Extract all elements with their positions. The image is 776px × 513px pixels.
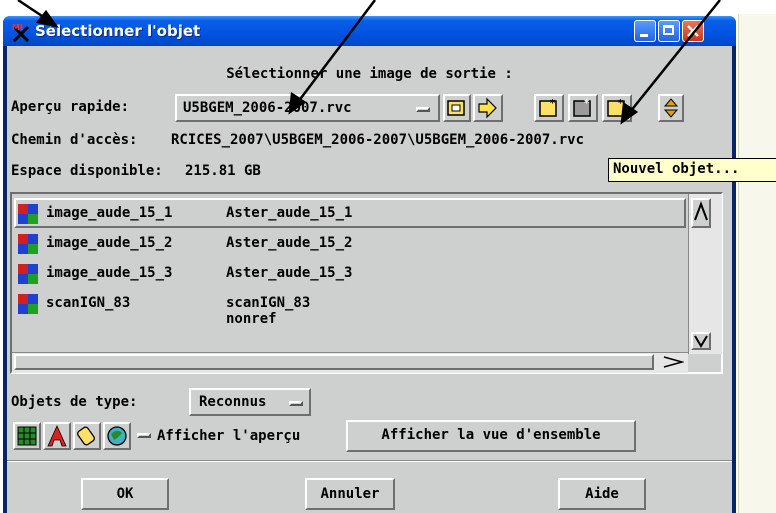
maximize-icon: [663, 25, 674, 35]
filter-dropdown[interactable]: Reconnus: [189, 388, 311, 416]
path-value: RCICES_2007\U5BGEM_2006-2007\U5BGEM_2006…: [171, 132, 585, 148]
dropdown-indicator-icon: [289, 401, 303, 406]
raster-object-icon: [18, 204, 38, 224]
text-tool-icon: [47, 425, 67, 447]
help-button[interactable]: Aide: [558, 478, 646, 510]
preview-checkbox-label[interactable]: Afficher l'aperçu: [157, 428, 300, 444]
svg-text:*: *: [618, 98, 624, 109]
object-name: image_aude_15_2: [46, 235, 173, 251]
object-description: Aster_aude_15_3: [226, 265, 353, 281]
dropdown-indicator-icon: [416, 107, 430, 112]
ok-button-label: OK: [116, 486, 134, 502]
quick-view-value: U5BGEM_2006-2007.rvc: [183, 100, 352, 116]
navigate-arrow-button[interactable]: [473, 94, 503, 122]
text-tool-button[interactable]: [43, 422, 71, 450]
globe-tool-icon: [107, 426, 127, 446]
scroll-down-button[interactable]: [691, 332, 711, 350]
object-list[interactable]: image_aude_15_1 Aster_aude_15_1 image_aude…: [10, 192, 723, 374]
raster-object-icon: [18, 234, 38, 254]
link-tool-button[interactable]: [73, 422, 101, 450]
svg-text:*: *: [584, 98, 590, 109]
title-bar[interactable]: MI Sélectionner l'objet: [3, 16, 736, 46]
dialog-client-area: Sélectionner une image de sortie : Aperç…: [7, 46, 732, 513]
scroll-up-icon: [694, 201, 708, 221]
grid-tool-button[interactable]: [13, 422, 41, 450]
globe-tool-button[interactable]: [103, 422, 131, 450]
close-icon: [687, 25, 699, 37]
scroll-right-icon[interactable]: [662, 355, 684, 369]
svg-text:*: *: [550, 98, 556, 109]
horizontal-scroll-thumb[interactable]: [14, 354, 654, 370]
horizontal-scrollbar[interactable]: [12, 352, 688, 373]
object-name: scanIGN_83: [46, 295, 131, 311]
folder-up-button[interactable]: [443, 94, 471, 122]
cancel-button-label: Annuler: [320, 486, 380, 502]
space-value: 215.81 GB: [185, 163, 261, 179]
overview-button[interactable]: Afficher la vue d'ensemble: [346, 420, 636, 452]
quick-view-label: Aperçu rapide:: [11, 99, 130, 115]
filter-label: Objets de type:: [11, 394, 138, 410]
scroll-down-icon: [694, 335, 708, 348]
new-file-icon: *: [539, 98, 557, 117]
dialog-window: MI Sélectionner l'objet Sélectionner une…: [3, 16, 736, 513]
dialog-prompt: Sélectionner une image de sortie :: [226, 66, 513, 82]
minimize-icon: [640, 34, 648, 37]
link-tool-icon: [77, 426, 95, 446]
space-label: Espace disponible:: [11, 163, 163, 179]
folder-up-icon: [447, 100, 465, 116]
object-description: scanIGN_83 nonref: [226, 295, 311, 327]
maximize-button[interactable]: [658, 20, 680, 42]
raster-object-icon: [18, 294, 38, 314]
window-title: Sélectionner l'objet: [35, 22, 201, 40]
object-name: image_aude_15_3: [46, 265, 173, 281]
ok-button[interactable]: OK: [81, 478, 169, 510]
object-description: Aster_aude_15_1: [226, 205, 353, 221]
tooltip-text: Nouvel objet...: [613, 161, 740, 177]
object-description: Aster_aude_15_2: [226, 235, 353, 251]
footer-divider: [7, 460, 732, 462]
cancel-button[interactable]: Annuler: [305, 478, 395, 510]
new-object-button[interactable]: *: [568, 94, 598, 122]
overview-button-label: Afficher la vue d'ensemble: [381, 427, 601, 443]
desktop-background: [0, 0, 776, 14]
object-name: image_aude_15_1: [46, 205, 173, 221]
tntmips-x-icon: MI: [12, 23, 30, 42]
scroll-updown-button[interactable]: [658, 94, 684, 122]
new-object-alt-button[interactable]: *: [602, 94, 632, 122]
new-object-icon: *: [573, 98, 591, 117]
scroll-up-button[interactable]: [691, 198, 711, 228]
vertical-scrollbar[interactable]: [688, 194, 722, 354]
navigate-arrow-icon: [478, 97, 497, 119]
raster-object-icon: [18, 264, 38, 284]
scroll-updown-icon: [663, 98, 679, 118]
help-button-label: Aide: [585, 486, 619, 502]
close-button[interactable]: [682, 20, 704, 42]
grid-tool-icon: [17, 426, 37, 446]
preview-checkbox[interactable]: [137, 433, 151, 438]
filter-value: Reconnus: [199, 394, 267, 410]
quick-view-dropdown[interactable]: U5BGEM_2006-2007.rvc: [175, 94, 440, 122]
tooltip: Nouvel objet...: [608, 158, 776, 182]
svg-text:MI: MI: [12, 23, 23, 32]
new-object-alt-icon: *: [607, 98, 625, 117]
path-label: Chemin d'accès:: [11, 132, 138, 148]
background-pane: [738, 14, 776, 513]
new-file-button[interactable]: *: [534, 94, 564, 122]
minimize-button[interactable]: [634, 20, 656, 42]
